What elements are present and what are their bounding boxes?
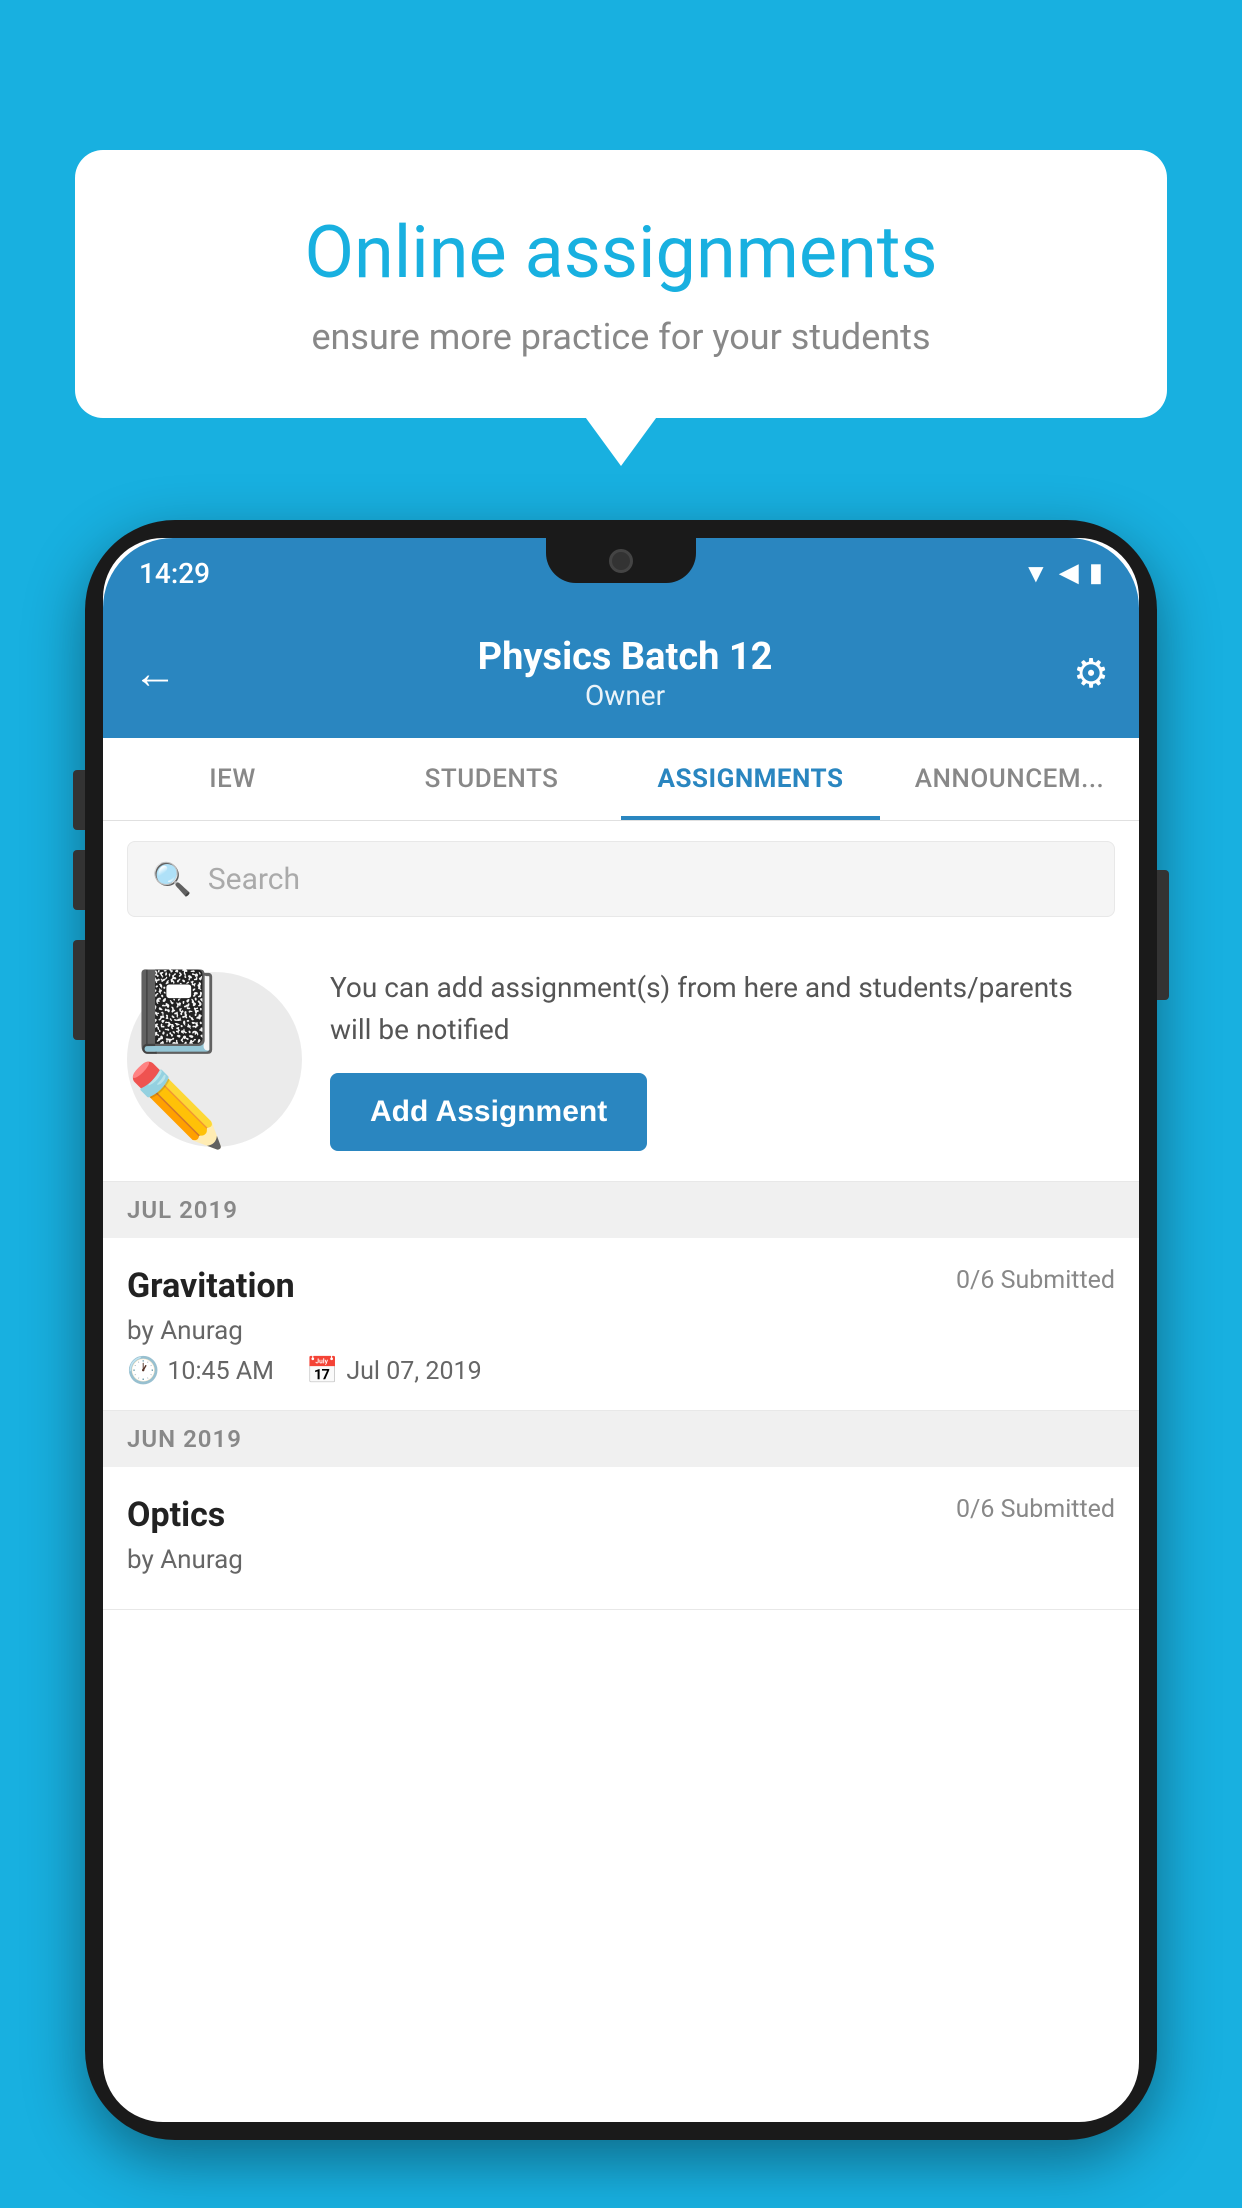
assignment-time: 🕐 10:45 AM (127, 1356, 274, 1386)
phone-outer: 14:29 ▼ ◀ ▮ ← Physics Batch 12 Owner ⚙ (85, 520, 1157, 2140)
assignment-submitted-gravitation: 0/6 Submitted (956, 1266, 1115, 1295)
phone-screen: 14:29 ▼ ◀ ▮ ← Physics Batch 12 Owner ⚙ (103, 538, 1139, 2122)
tab-announcements[interactable]: ANNOUNCEM... (880, 738, 1139, 820)
assignment-header: Gravitation 0/6 Submitted (127, 1266, 1115, 1306)
settings-button[interactable]: ⚙ (1073, 650, 1109, 697)
clock-icon: 🕐 (127, 1356, 159, 1386)
scroll-content: 🔍 Search 📓✏️ You can add assignment(s) f… (103, 821, 1139, 2122)
section-jun-2019: JUN 2019 (103, 1411, 1139, 1467)
app-bar-title: Physics Batch 12 (177, 635, 1073, 679)
speech-bubble-subtitle: ensure more practice for your students (145, 316, 1097, 358)
phone-notch (546, 538, 696, 583)
assignment-author-optics: by Anurag (127, 1545, 1115, 1575)
phone-power-button (1157, 870, 1169, 1000)
tab-iew[interactable]: IEW (103, 738, 362, 820)
search-container: 🔍 Search (103, 821, 1139, 937)
promo-icon-circle: 📓✏️ (127, 972, 302, 1147)
assignment-title-optics: Optics (127, 1495, 225, 1535)
promo-description: You can add assignment(s) from here and … (330, 967, 1115, 1051)
tab-students[interactable]: STUDENTS (362, 738, 621, 820)
status-icons: ▼ ◀ ▮ (1023, 558, 1103, 589)
phone-volume-down (73, 850, 85, 910)
promo-content: You can add assignment(s) from here and … (330, 967, 1115, 1151)
speech-bubble-title: Online assignments (145, 210, 1097, 296)
signal-icon: ◀ (1059, 558, 1079, 588)
battery-icon: ▮ (1089, 558, 1103, 588)
add-assignment-button[interactable]: Add Assignment (330, 1073, 647, 1151)
assignment-optics[interactable]: Optics 0/6 Submitted by Anurag (103, 1467, 1139, 1610)
search-bar[interactable]: 🔍 Search (127, 841, 1115, 917)
status-time: 14:29 (139, 557, 210, 590)
section-jul-2019: JUL 2019 (103, 1182, 1139, 1238)
assignment-time-value: 10:45 AM (167, 1357, 274, 1386)
assignment-author-gravitation: by Anurag (127, 1316, 1115, 1346)
speech-bubble: Online assignments ensure more practice … (75, 150, 1167, 418)
app-bar-subtitle: Owner (177, 679, 1073, 712)
assignment-gravitation[interactable]: Gravitation 0/6 Submitted by Anurag 🕐 10… (103, 1238, 1139, 1411)
phone-mockup: 14:29 ▼ ◀ ▮ ← Physics Batch 12 Owner ⚙ (85, 520, 1157, 2208)
assignment-date-value: Jul 07, 2019 (346, 1357, 481, 1386)
back-button[interactable]: ← (133, 647, 177, 699)
calendar-icon: 📅 (306, 1356, 338, 1386)
assignment-date: 📅 Jul 07, 2019 (306, 1356, 482, 1386)
search-placeholder: Search (208, 862, 300, 897)
app-bar-title-section: Physics Batch 12 Owner (177, 635, 1073, 712)
assignment-title-gravitation: Gravitation (127, 1266, 295, 1306)
front-camera (609, 549, 633, 573)
promo-section: 📓✏️ You can add assignment(s) from here … (103, 937, 1139, 1182)
search-icon: 🔍 (152, 860, 192, 898)
assignment-submitted-optics: 0/6 Submitted (956, 1495, 1115, 1524)
speech-bubble-container: Online assignments ensure more practice … (75, 150, 1167, 418)
notebook-icon: 📓✏️ (127, 965, 302, 1153)
tab-assignments[interactable]: ASSIGNMENTS (621, 738, 880, 820)
phone-volume-up (73, 770, 85, 830)
wifi-icon: ▼ (1023, 558, 1049, 589)
status-bar: 14:29 ▼ ◀ ▮ (103, 538, 1139, 608)
assignment-details-gravitation: 🕐 10:45 AM 📅 Jul 07, 2019 (127, 1356, 1115, 1386)
assignment-optics-header: Optics 0/6 Submitted (127, 1495, 1115, 1535)
phone-silent-switch (73, 940, 85, 1040)
app-bar: ← Physics Batch 12 Owner ⚙ (103, 608, 1139, 738)
tabs-container: IEW STUDENTS ASSIGNMENTS ANNOUNCEM... (103, 738, 1139, 821)
